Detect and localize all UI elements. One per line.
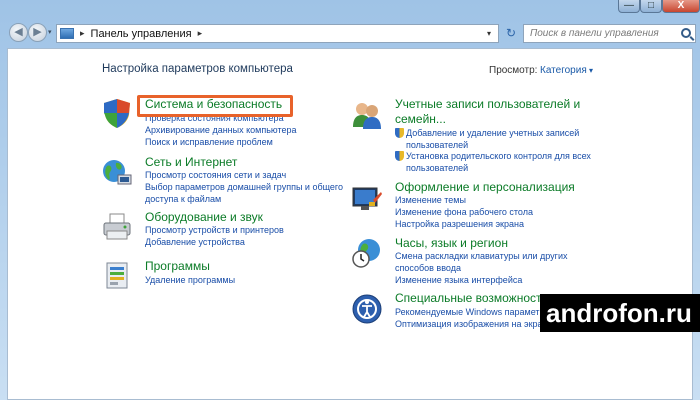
link-keyboard-layout[interactable]: Смена раскладки клавиатуры или других xyxy=(395,251,567,261)
category-ease-of-access[interactable]: Специальные возможности xyxy=(395,291,548,305)
link-backup[interactable]: Архивирование данных компьютера xyxy=(145,125,297,135)
back-button[interactable]: ◀ xyxy=(9,23,28,42)
link-change-theme[interactable]: Изменение темы xyxy=(395,195,466,205)
category-user-accounts[interactable]: Учетные записи пользователей и xyxy=(395,97,580,111)
path-separator[interactable]: ▸ xyxy=(80,28,85,39)
link-add-remove-accounts[interactable]: Добавление и удаление учетных записей xyxy=(406,128,579,138)
main-content: Настройка параметров компьютера Просмотр… xyxy=(7,48,693,400)
close-button[interactable]: X xyxy=(662,0,700,13)
link-troubleshoot[interactable]: Поиск и исправление проблем xyxy=(145,137,273,147)
control-panel-icon xyxy=(60,28,74,39)
link-keyboard-layout-cont[interactable]: способов ввода xyxy=(395,263,461,273)
link-parental-controls[interactable]: Установка родительского контроля для все… xyxy=(406,151,591,161)
category-clock-language-region[interactable]: Часы, язык и регион xyxy=(395,236,508,250)
search-placeholder: Поиск в панели управления xyxy=(530,28,659,39)
category-programs[interactable]: Программы xyxy=(145,259,210,273)
uac-shield-icon xyxy=(395,128,404,138)
programs-icon[interactable] xyxy=(101,259,133,291)
link-homegroup[interactable]: Выбор параметров домашней группы и общег… xyxy=(145,182,343,192)
link-devices-printers[interactable]: Просмотр устройств и принтеров xyxy=(145,225,284,235)
page-title: Настройка параметров компьютера xyxy=(102,63,293,75)
breadcrumb-control-panel[interactable]: Панель управления xyxy=(91,28,192,40)
view-mode-dropdown[interactable]: Категория xyxy=(540,65,593,76)
control-panel-window: — □ X ◀ ▶ ▾ ▸ Панель управления ▸ ▾ ↻ По… xyxy=(0,0,700,400)
link-recommended-settings[interactable]: Рекомендуемые Windows параметры xyxy=(395,307,551,317)
view-label: Просмотр: xyxy=(489,65,538,76)
link-add-remove-accounts-cont[interactable]: пользователей xyxy=(406,140,468,150)
link-screen-resolution[interactable]: Настройка разрешения экрана xyxy=(395,219,524,229)
security-shield-icon[interactable] xyxy=(101,97,133,129)
breadcrumb-chevron-icon[interactable]: ▸ xyxy=(198,28,203,39)
network-globe-icon[interactable] xyxy=(101,157,133,189)
address-bar[interactable]: ▸ Панель управления ▸ ▾ xyxy=(56,24,499,43)
appearance-icon[interactable] xyxy=(351,182,383,214)
navigation-bar: ◀ ▶ ▾ ▸ Панель управления ▸ ▾ ↻ Поиск в … xyxy=(0,16,700,48)
link-homegroup-cont[interactable]: доступа к файлам xyxy=(145,194,221,204)
users-icon[interactable] xyxy=(351,99,383,131)
title-bar: — □ X xyxy=(0,0,700,16)
category-user-accounts-cont[interactable]: семейн... xyxy=(395,112,446,126)
address-dropdown-icon[interactable]: ▾ xyxy=(481,25,497,42)
link-network-status[interactable]: Просмотр состояния сети и задач xyxy=(145,170,286,180)
search-icon[interactable] xyxy=(681,28,691,38)
category-appearance[interactable]: Оформление и персонализация xyxy=(395,180,575,194)
minimize-button[interactable]: — xyxy=(618,0,640,13)
printer-icon[interactable] xyxy=(101,211,133,243)
link-interface-language[interactable]: Изменение языка интерфейса xyxy=(395,275,522,285)
link-add-device[interactable]: Добавление устройства xyxy=(145,237,245,247)
category-hardware-sound[interactable]: Оборудование и звук xyxy=(145,210,263,224)
forward-button[interactable]: ▶ xyxy=(28,23,47,42)
link-uninstall-program[interactable]: Удаление программы xyxy=(145,275,235,285)
link-parental-controls-cont[interactable]: пользователей xyxy=(406,163,468,173)
accessibility-icon[interactable] xyxy=(351,293,383,325)
link-optimize-display[interactable]: Оптимизация изображения на экране xyxy=(395,319,553,329)
watermark-label: androfon.ru xyxy=(540,294,700,332)
history-dropdown-icon[interactable]: ▾ xyxy=(48,28,52,36)
category-network-internet[interactable]: Сеть и Интернет xyxy=(145,155,237,169)
refresh-button[interactable]: ↻ xyxy=(502,24,520,43)
uac-shield-icon xyxy=(395,151,404,161)
maximize-button[interactable]: □ xyxy=(640,0,662,13)
link-desktop-background[interactable]: Изменение фона рабочего стола xyxy=(395,207,533,217)
clock-globe-icon[interactable] xyxy=(351,237,383,269)
search-input[interactable]: Поиск в панели управления xyxy=(523,24,696,43)
highlight-frame xyxy=(137,95,293,117)
